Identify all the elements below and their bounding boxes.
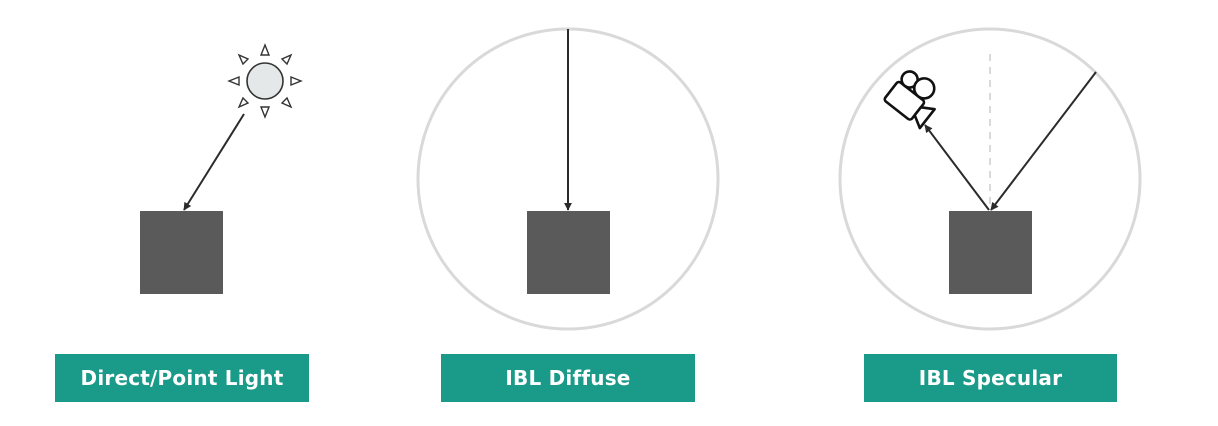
surface-object [140, 211, 223, 294]
surface-object [949, 211, 1032, 294]
light-ray-arrow [183, 113, 245, 211]
sun-icon [227, 43, 303, 119]
surface-object [527, 211, 610, 294]
panel-ibl-diffuse [416, 27, 720, 331]
label-ibl-diffuse: IBL Diffuse [441, 354, 695, 402]
label-ibl-specular: IBL Specular [864, 354, 1117, 402]
incident-ray-arrow [990, 71, 1097, 211]
label-direct-light: Direct/Point Light [55, 354, 309, 402]
reflected-ray-arrow [924, 124, 990, 211]
panel-direct-light [140, 43, 303, 294]
panel-ibl-specular [838, 27, 1142, 331]
camera-icon [883, 70, 936, 130]
